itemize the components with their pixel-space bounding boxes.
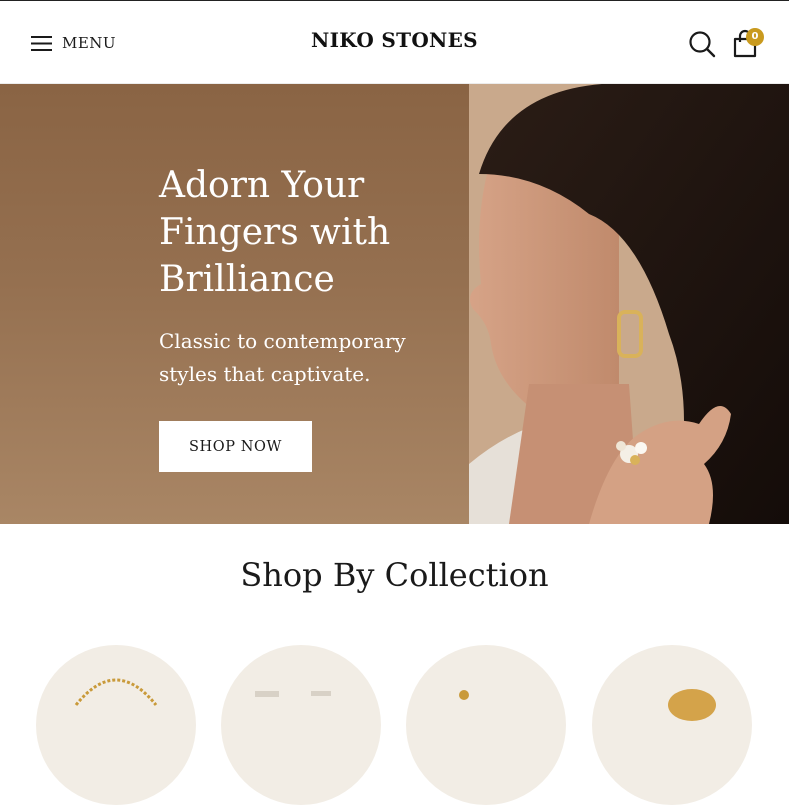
section-title-collections: Shop By Collection (240, 556, 549, 594)
ring-icon (255, 691, 331, 697)
hero-title: Adorn Your Fingers with Brilliance (159, 165, 391, 300)
collection-necklaces[interactable] (36, 645, 196, 805)
collection-rings[interactable] (221, 645, 381, 805)
shop-now-button[interactable]: SHOP NOW (159, 421, 312, 472)
collection-bracelets[interactable] (592, 645, 752, 805)
hero-model-image (469, 84, 789, 524)
site-header: MENU NIKO STONES 0 (0, 0, 789, 84)
cart-count-badge: 0 (746, 28, 764, 46)
necklace-icon (74, 678, 158, 706)
collection-earrings[interactable] (406, 645, 566, 805)
hero-banner: Adorn Your Fingers with Brilliance Class… (0, 84, 789, 524)
earring-icon (459, 690, 469, 700)
site-logo[interactable]: NIKO STONES (0, 28, 789, 52)
hero-subtitle: Classic to contemporary styles that capt… (159, 329, 406, 386)
bracelet-icon (668, 689, 716, 721)
search-icon[interactable] (688, 30, 716, 58)
